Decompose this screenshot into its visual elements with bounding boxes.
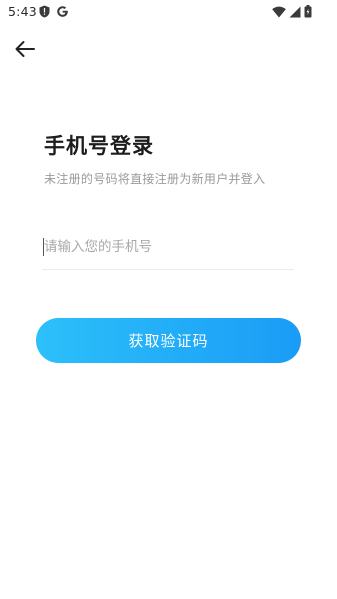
back-button[interactable] xyxy=(12,36,38,62)
page-subtitle: 未注册的号码将直接注册为新用户并登入 xyxy=(44,172,266,186)
status-left-icons xyxy=(39,5,69,18)
get-code-button-label: 获取验证码 xyxy=(128,332,209,350)
google-g-icon xyxy=(56,5,69,18)
battery-icon xyxy=(304,5,312,18)
phone-input[interactable] xyxy=(42,230,294,264)
status-time: 5:43 xyxy=(8,4,37,19)
shield-alert-icon xyxy=(39,5,50,18)
cell-signal-icon xyxy=(289,6,301,18)
login-screen: 5:43 手机号登录 未注册的号码将直接注册为新用户并登入 请输入您的手机号 获… xyxy=(0,0,337,599)
text-caret xyxy=(43,238,44,256)
status-right-icons xyxy=(272,5,312,18)
status-bar: 5:43 xyxy=(0,0,337,24)
wifi-icon xyxy=(272,6,286,18)
page-title: 手机号登录 xyxy=(44,134,154,158)
phone-field xyxy=(42,230,294,270)
arrow-left-icon xyxy=(14,40,36,58)
get-code-button[interactable]: 获取验证码 xyxy=(36,318,301,363)
